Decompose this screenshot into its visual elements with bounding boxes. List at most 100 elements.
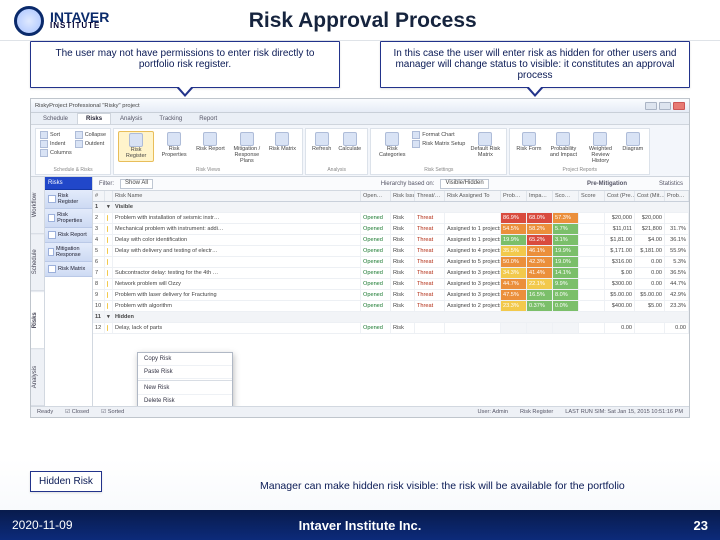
maximize-icon[interactable] xyxy=(659,102,671,110)
tab-risks[interactable]: Risks xyxy=(77,113,111,124)
app-titlebar[interactable]: RiskyProject Professional "Risky" projec… xyxy=(31,99,689,113)
tab-report[interactable]: Report xyxy=(191,114,225,124)
col-cost-mit[interactable]: Cost (Mit… xyxy=(635,191,665,201)
rbtn-risk-form[interactable]: Risk Form xyxy=(514,131,543,154)
group-row[interactable]: 11▾Hidden xyxy=(93,312,689,323)
table-row[interactable]: 4Delay with color identificationOpenedRi… xyxy=(93,235,689,246)
rbtn-collapse[interactable]: Collapse xyxy=(75,131,106,139)
col-open[interactable]: Open… xyxy=(361,191,391,201)
filter-label: Filter: xyxy=(99,181,114,187)
col-prob2[interactable]: Prob… xyxy=(665,191,689,201)
table-row[interactable]: 2Problem with installation of seismic in… xyxy=(93,213,689,224)
rbtn-risk-report[interactable]: Risk Report xyxy=(194,131,227,154)
table-row[interactable]: 8Network problem will OzzyOpenedRiskThre… xyxy=(93,279,689,290)
rbtn-matrix-setup[interactable]: Risk Matrix Setup xyxy=(412,140,465,148)
callouts: The user may not have permissions to ent… xyxy=(0,41,720,92)
rbtn-calculate[interactable]: Calculate xyxy=(336,131,363,154)
rbtn-format-chart[interactable]: Format Chart xyxy=(412,131,465,139)
sidebar-item-report[interactable]: Risk Report xyxy=(45,228,92,243)
col-assigned[interactable]: Risk Assigned To xyxy=(445,191,501,201)
rbtn-wtd-history[interactable]: Weighted Review History xyxy=(583,131,617,165)
vtab-risks[interactable]: Risks xyxy=(31,292,44,349)
vtab-workflow[interactable]: Workflow xyxy=(31,177,44,234)
table-row[interactable]: 6OpenedRiskThreatAssigned to 5 projects5… xyxy=(93,257,689,268)
col-issue[interactable]: Risk Issue xyxy=(391,191,415,201)
matrix-icon xyxy=(275,132,289,146)
ribbon-group-risk-views: Risk Register Risk Properties Risk Repor… xyxy=(113,128,303,175)
group-row[interactable]: 1▾Visible xyxy=(93,202,689,213)
slide-footer: 2020-11-09 Intaver Institute Inc. 23 xyxy=(0,510,720,540)
indent-icon xyxy=(40,140,48,148)
collapse-icon xyxy=(75,131,83,139)
diagram-icon xyxy=(626,132,640,146)
sidebar-item-matrix[interactable]: Risk Matrix xyxy=(45,262,92,277)
vtab-analysis[interactable]: Analysis xyxy=(31,349,44,406)
tab-analysis[interactable]: Analysis xyxy=(112,114,150,124)
rbtn-diagram[interactable]: Diagram xyxy=(620,131,645,154)
table-row[interactable]: 3Mechanical problem with instrument: add… xyxy=(93,224,689,235)
rbtn-risk-cats[interactable]: Risk Categories xyxy=(375,131,409,160)
rbtn-prob-impact[interactable]: Probability and Impact xyxy=(546,131,580,160)
rbtn-refresh[interactable]: Refresh xyxy=(310,131,333,154)
footer-center: Intaver Institute Inc. xyxy=(0,518,720,533)
sidebar-item-props[interactable]: Risk Properties xyxy=(45,209,92,228)
col-idx[interactable]: # xyxy=(93,191,105,201)
status-sorted[interactable]: Sorted xyxy=(108,409,124,415)
rbtn-mitigation[interactable]: Mitigation / Response Plans xyxy=(230,131,264,165)
ribbon-group-analysis: Refresh Calculate Analysis xyxy=(305,128,368,175)
ctx-delete[interactable]: Delete Risk xyxy=(138,395,232,406)
table-row[interactable]: 12Delay, lack of partsOpenedRisk0.000.00 xyxy=(93,323,689,334)
col-prob[interactable]: Prob… xyxy=(501,191,527,201)
rbtn-risk-matrix[interactable]: Risk Matrix xyxy=(267,131,298,154)
status-bar: Ready ☑ Closed ☑ Sorted User: Admin Risk… xyxy=(31,406,689,417)
table-row[interactable]: 9Problem with laser delivery for Fractur… xyxy=(93,290,689,301)
rbtn-default-matrix[interactable]: Default Risk Matrix xyxy=(468,131,502,160)
rbtn-indent[interactable]: Indent xyxy=(40,140,72,148)
section-stats: Statistics xyxy=(659,181,683,187)
sidebar-item-mitigation[interactable]: Mitigation Response xyxy=(45,243,92,262)
col-impact[interactable]: Impa… xyxy=(527,191,553,201)
grid-header: # Risk Name Open… Risk Issue Threat/… Ri… xyxy=(93,191,689,202)
close-icon[interactable] xyxy=(673,102,685,110)
col-cost-pre[interactable]: Cost (Pre… xyxy=(605,191,635,201)
rbtn-risk-props[interactable]: Risk Properties xyxy=(157,131,191,160)
status-closed[interactable]: Closed xyxy=(72,409,89,415)
tab-tracking[interactable]: Tracking xyxy=(151,114,190,124)
rbtn-outdent[interactable]: Outdent xyxy=(75,140,106,148)
report-icon xyxy=(48,231,56,239)
ribbon-tabs: Schedule Risks Analysis Tracking Report xyxy=(31,113,689,125)
ctx-copy[interactable]: Copy Risk xyxy=(138,353,232,366)
ctx-paste[interactable]: Paste Risk xyxy=(138,366,232,379)
col-score[interactable]: Score xyxy=(579,191,605,201)
col-sco[interactable]: Sco… xyxy=(553,191,579,201)
table-row[interactable]: 7Subcontractor delay: testing for the 4t… xyxy=(93,268,689,279)
callout-right: In this case the user will enter risk as… xyxy=(380,41,690,88)
grid-rows[interactable]: 1▾Visible2Problem with installation of s… xyxy=(93,202,689,406)
categories-icon xyxy=(385,132,399,146)
hier-select[interactable]: Visible/Hidden xyxy=(440,179,488,189)
tab-schedule[interactable]: Schedule xyxy=(35,114,76,124)
col-threat[interactable]: Threat/… xyxy=(415,191,445,201)
vtab-schedule[interactable]: Schedule xyxy=(31,234,44,291)
minimize-icon[interactable] xyxy=(645,102,657,110)
ctx-new[interactable]: New Risk xyxy=(138,382,232,395)
table-row[interactable]: 5Delay with delivery and testing of elec… xyxy=(93,246,689,257)
rbtn-sort[interactable]: Sort xyxy=(40,131,72,139)
rbtn-risk-register[interactable]: Risk Register xyxy=(118,131,154,162)
sidebar-head: Risks xyxy=(45,177,92,190)
rbtn-columns[interactable]: Columns xyxy=(40,149,72,157)
ribbon-label-2: Risk Views xyxy=(114,167,302,173)
props-icon xyxy=(48,214,55,222)
risk-report-icon xyxy=(203,132,217,146)
ribbon-label-1: Schedule & Risks xyxy=(36,167,110,173)
mitigation2-icon xyxy=(48,248,54,256)
callout-hidden-risk: Hidden Risk xyxy=(30,471,102,492)
filter-select[interactable]: Show All xyxy=(120,179,153,189)
table-row[interactable]: 10Problem with algorithmOpenedRiskThreat… xyxy=(93,301,689,312)
sidebar-item-register[interactable]: Risk Register xyxy=(45,190,92,209)
mitigation-icon xyxy=(240,132,254,146)
matrix2-icon xyxy=(48,265,56,273)
col-name[interactable]: Risk Name xyxy=(113,191,361,201)
ribbon-group-schedule: Sort Indent Columns Collapse Outdent Sch… xyxy=(35,128,111,175)
col-vis[interactable] xyxy=(105,191,113,201)
